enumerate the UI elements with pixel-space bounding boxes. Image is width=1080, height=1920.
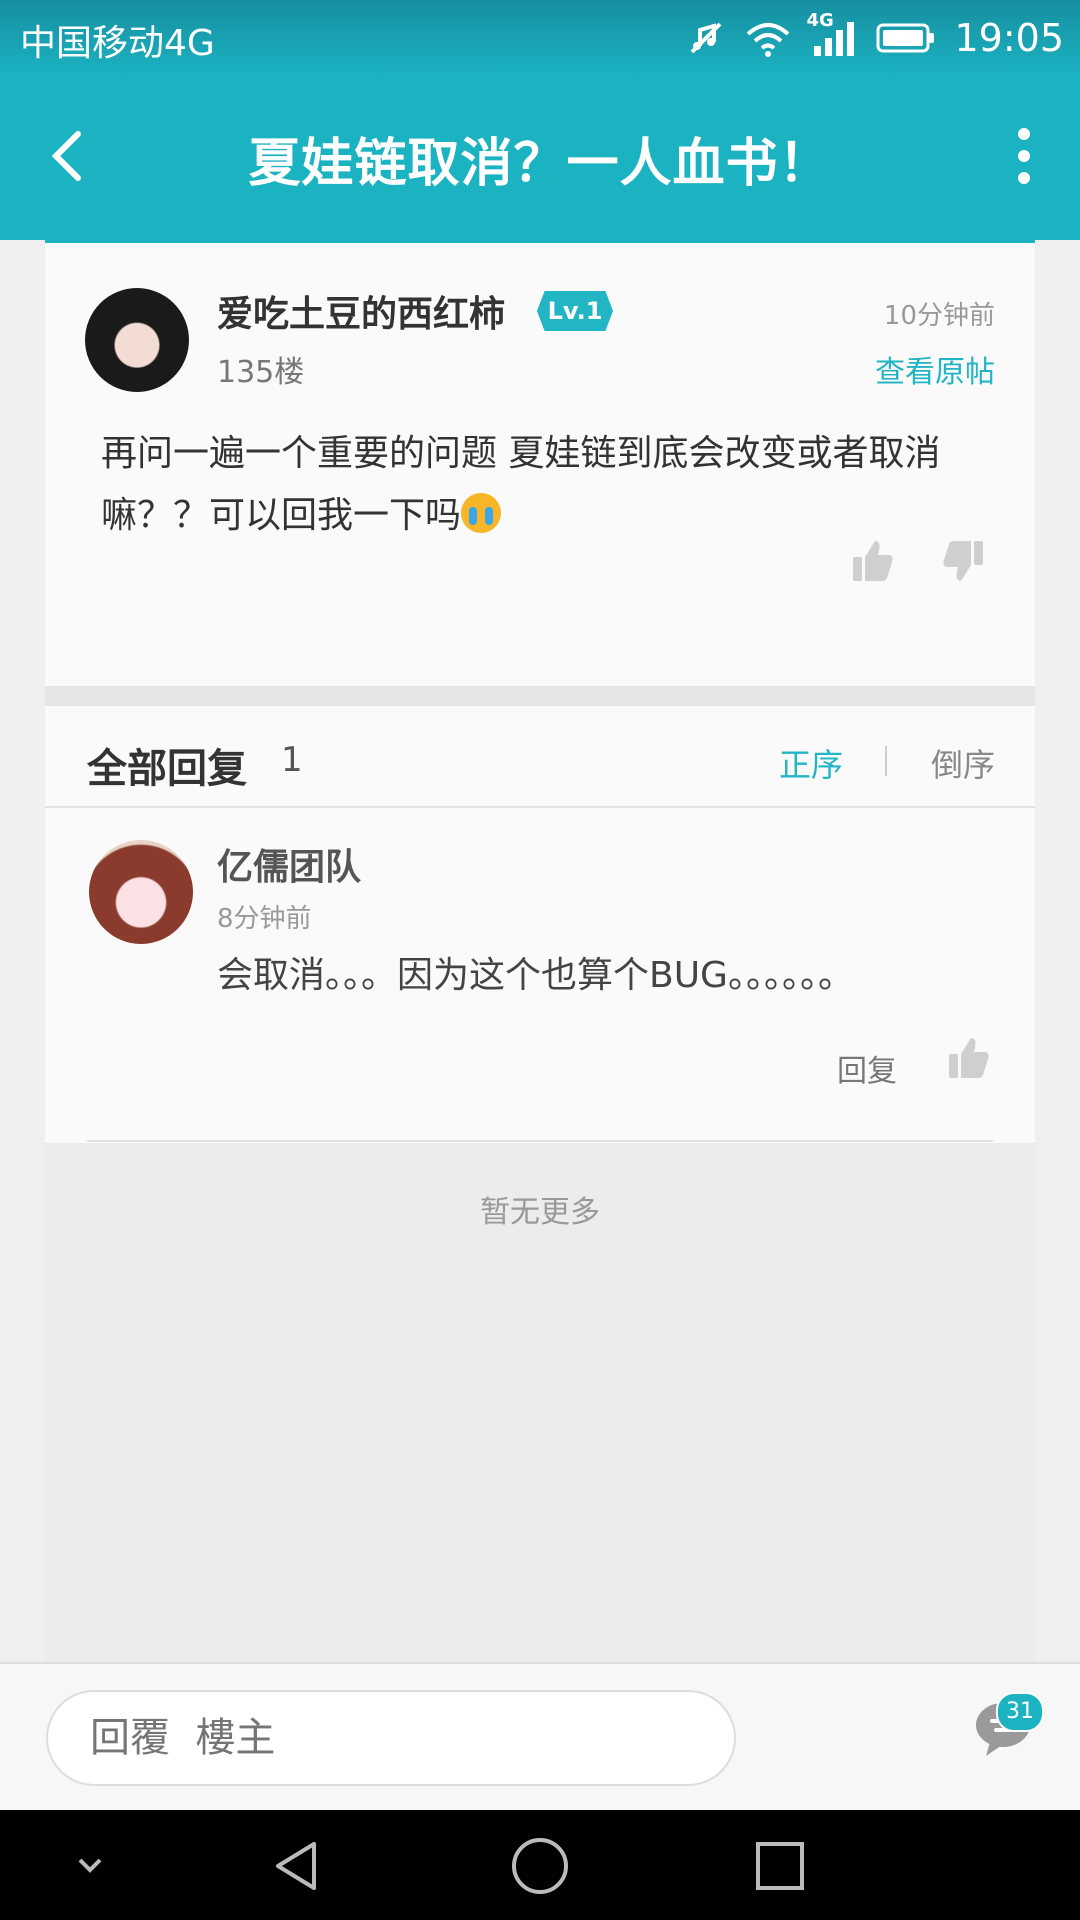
status-icons: 4G 19:05 xyxy=(686,10,1064,66)
system-nav-bar xyxy=(0,1810,1080,1920)
reply-like-button[interactable] xyxy=(947,1036,991,1080)
replies-title: 全部回复 xyxy=(87,746,247,792)
replies-header: 全部回复 1 正序 倒序 xyxy=(45,706,1035,808)
hide-keyboard-chevron-icon[interactable] xyxy=(72,1848,108,1884)
view-original-link[interactable]: 查看原帖 xyxy=(875,347,995,391)
home-circle-icon[interactable] xyxy=(510,1836,570,1896)
status-bar: 中国移动4G 4G 19:05 xyxy=(0,0,1080,76)
level-badge: Lv.1 xyxy=(537,291,613,331)
comment-input[interactable] xyxy=(46,1690,736,1786)
reply-item: 亿儒团队 8分钟前 会取消。。。因为这个也算个BUG。。。。。。 回复 xyxy=(45,808,1035,1143)
author-name[interactable]: 爱吃土豆的西红柿 xyxy=(217,285,505,337)
content-area: 爱吃土豆的西红柿 Lv.1 135楼 10分钟前 查看原帖 再问一遍一个重要的问… xyxy=(45,240,1035,1662)
carrier-label: 中国移动4G xyxy=(20,23,215,64)
mute-icon xyxy=(686,18,726,58)
app-bar: 夏娃链取消？一人血书！ xyxy=(0,76,1080,240)
crying-emoji-icon xyxy=(461,493,502,533)
network-type-label: 4G xyxy=(806,10,834,31)
sort-descending-tab[interactable]: 倒序 xyxy=(931,740,995,786)
no-more-label: 暂无更多 xyxy=(480,1195,600,1230)
comment-bar: 31 xyxy=(0,1662,1080,1812)
recents-square-icon[interactable] xyxy=(754,1840,806,1892)
reply-time: 8分钟前 xyxy=(217,904,312,934)
floor-number: 135楼 xyxy=(217,355,305,390)
chevron-left-icon xyxy=(51,131,81,181)
post-body: 再问一遍一个重要的问题 夏娃链到底会改变或者取消嘛？？可以回我一下吗 xyxy=(101,423,981,547)
more-vertical-icon xyxy=(1018,128,1030,184)
reply-button[interactable]: 回复 xyxy=(837,1046,897,1090)
post-text: 再问一遍一个重要的问题 夏娃链到底会改变或者取消嘛？？可以回我一下吗 xyxy=(101,433,941,536)
post-time: 10分钟前 xyxy=(883,301,995,331)
reply-divider xyxy=(87,1140,993,1142)
back-button[interactable] xyxy=(40,126,100,186)
clock: 19:05 xyxy=(954,16,1064,60)
signal-icon: 4G xyxy=(806,10,858,58)
section-divider xyxy=(45,686,1035,706)
comment-count-badge: 31 xyxy=(996,1692,1044,1732)
page-title: 夏娃链取消？一人血书！ xyxy=(248,134,832,194)
reply-avatar[interactable] xyxy=(89,840,193,944)
thumbs-up-icon xyxy=(949,1038,989,1078)
sort-ascending-tab[interactable]: 正序 xyxy=(779,740,843,786)
thumbs-up-icon xyxy=(853,541,893,581)
sort-divider xyxy=(885,746,887,776)
wifi-icon xyxy=(744,18,792,58)
thumbs-down-icon xyxy=(943,541,983,581)
battery-icon xyxy=(876,21,936,55)
dislike-button[interactable] xyxy=(941,539,985,583)
back-triangle-icon[interactable] xyxy=(270,1838,326,1894)
reply-author[interactable]: 亿儒团队 xyxy=(217,838,361,890)
more-options-button[interactable] xyxy=(1004,124,1044,188)
reply-text: 会取消。。。因为这个也算个BUG。。。。。。 xyxy=(217,955,854,996)
like-button[interactable] xyxy=(851,539,895,583)
author-avatar[interactable] xyxy=(85,288,189,392)
replies-count: 1 xyxy=(281,740,303,780)
post-card: 爱吃土豆的西红柿 Lv.1 135楼 10分钟前 查看原帖 再问一遍一个重要的问… xyxy=(45,240,1035,689)
